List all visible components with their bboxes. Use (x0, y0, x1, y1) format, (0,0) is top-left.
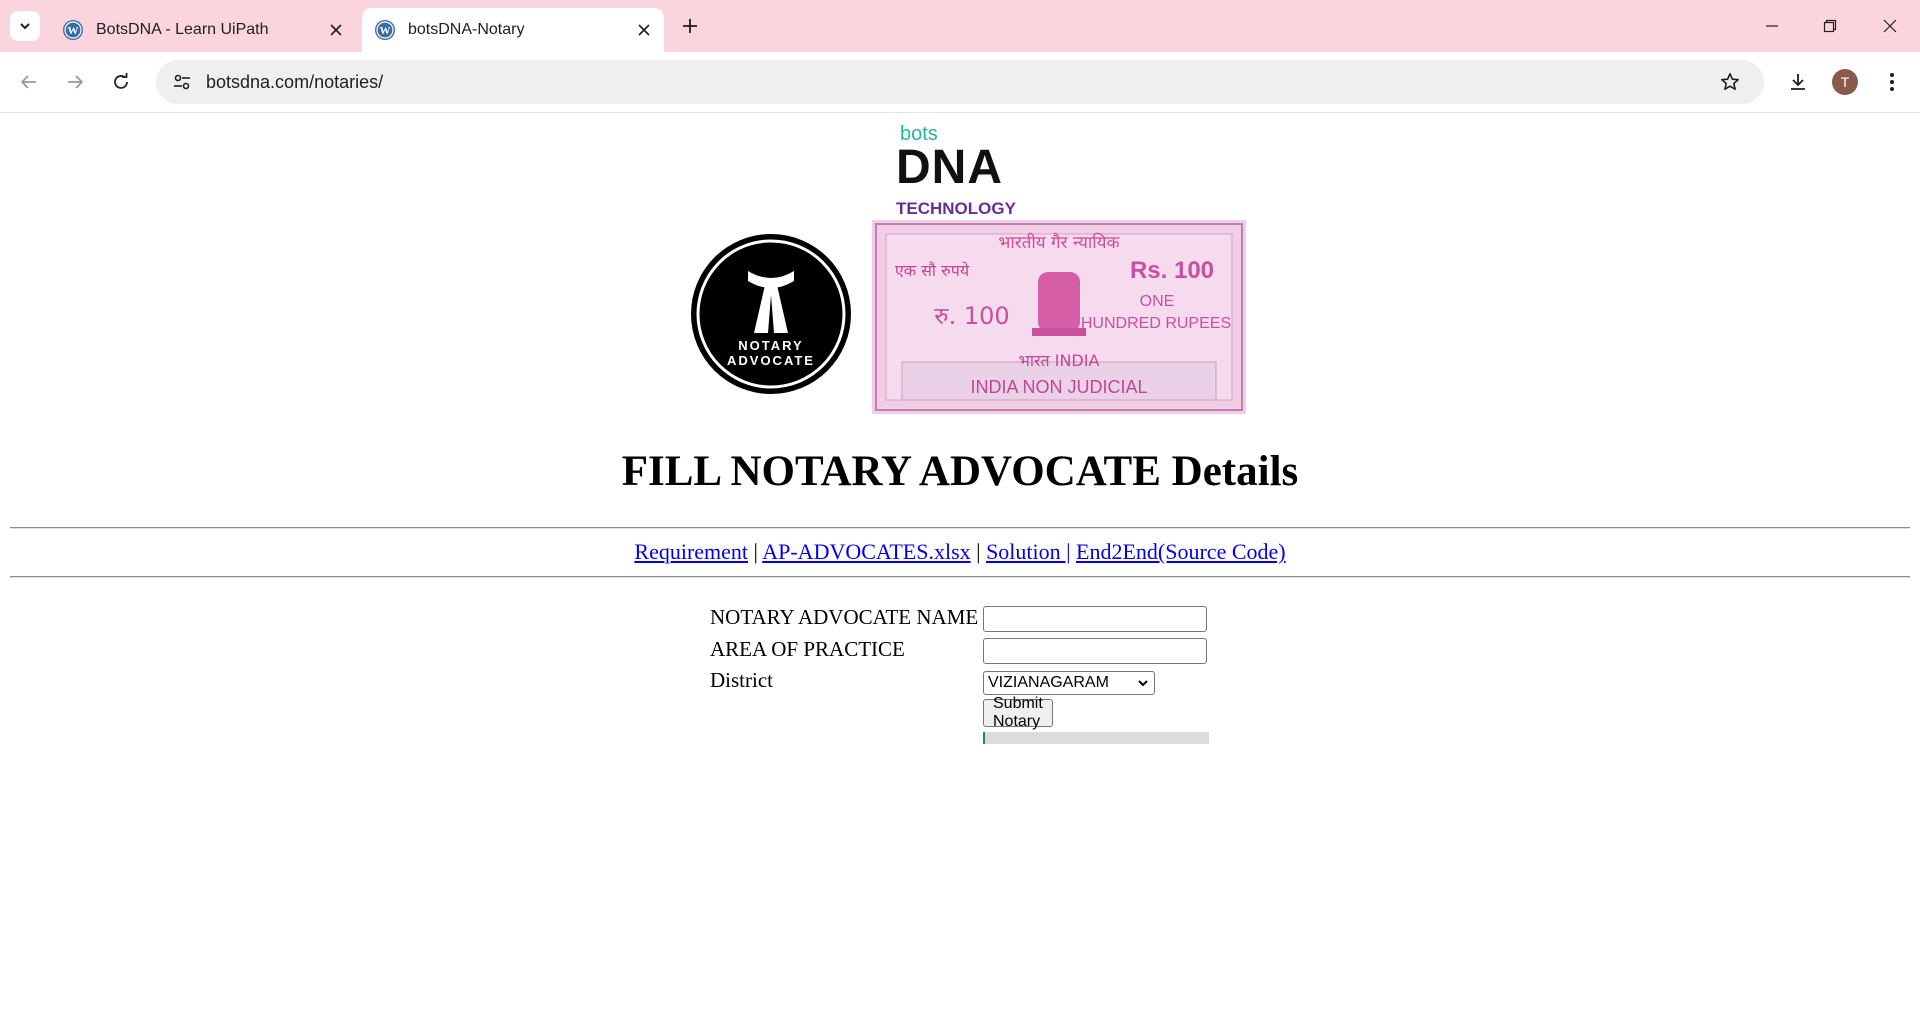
submit-notary-button[interactable]: Submit Notary (983, 695, 1053, 730)
avatar: T (1832, 69, 1858, 95)
logo-technology-text: TECHNOLOGY (896, 199, 1016, 218)
divider-top (10, 527, 1910, 529)
name-label: NOTARY ADVOCATE NAME (710, 605, 979, 629)
profile-button[interactable]: T (1829, 66, 1861, 98)
stamp-hundred-rupees: HUNDRED RUPEES (1081, 315, 1231, 332)
stamp-non-judicial: INDIA NON JUDICIAL (970, 377, 1147, 397)
restore-icon (1823, 19, 1837, 33)
botsdna-logo: bots DNA TECHNOLOGY (896, 123, 1024, 219)
downloads-button[interactable] (1782, 66, 1814, 98)
restore-button[interactable] (1810, 10, 1850, 42)
stamp-rs-value: Rs. 100 (1130, 257, 1214, 284)
reload-button[interactable] (105, 66, 137, 98)
district-selected-value: VIZIANAGARAM (988, 674, 1109, 691)
kebab-menu-icon (1890, 73, 1894, 91)
url-host: botsdna.com (206, 71, 310, 92)
browser-toolbar: botsdna.com/notaries/ T (0, 52, 1920, 113)
page-content: bots DNA TECHNOLOGY NOTARY ADVOCATE भारत… (0, 113, 1920, 1019)
resource-links: Requirement | AP-ADVOCATES.xlsx | Soluti… (0, 539, 1920, 565)
stamp-one: ONE (1140, 293, 1175, 310)
wordpress-icon: W (375, 20, 395, 40)
ap-advocates-xlsx-link[interactable]: AP-ADVOCATES.xlsx (762, 539, 970, 564)
url-path: /notaries/ (309, 71, 384, 92)
logo-dna-text: DNA (896, 141, 1003, 194)
divider-bottom (10, 576, 1910, 578)
chevron-down-icon (20, 23, 30, 30)
progress-bar (983, 732, 1209, 744)
window-close-button[interactable] (1870, 10, 1910, 42)
close-icon[interactable] (630, 16, 658, 44)
stamp-hindi-value: एक सौ रुपये (895, 261, 970, 280)
tab-botsdna-notary[interactable]: W botsDNA-Notary (362, 8, 664, 52)
star-icon (1721, 73, 1739, 90)
requirement-link[interactable]: Requirement (634, 539, 748, 564)
tab-search-button[interactable] (10, 11, 40, 41)
tab-botsdna-learn-uipath[interactable]: W BotsDNA - Learn UiPath (50, 8, 356, 52)
svg-text:W: W (380, 25, 391, 37)
bookmark-star-button[interactable] (1714, 66, 1746, 98)
forward-button[interactable] (59, 66, 91, 98)
solution-link[interactable]: Solution | (986, 539, 1070, 564)
tab-title: botsDNA-Notary (408, 21, 525, 38)
stamp-bharat-india: भारत INDIA (1019, 351, 1100, 370)
download-icon (1791, 74, 1805, 90)
source-code-link[interactable]: End2End(Source Code) (1076, 539, 1286, 564)
notary-advocate-badge: NOTARY ADVOCATE (691, 234, 851, 394)
stamp-paper-image: भारतीय गैर न्यायिक एक सौ रुपये Rs. 100 र… (872, 220, 1246, 414)
minimize-icon (1766, 25, 1778, 27)
svg-text:W: W (68, 25, 79, 37)
area-of-practice-input[interactable] (983, 638, 1207, 664)
browser-menu-button[interactable] (1876, 66, 1908, 98)
close-icon[interactable] (322, 16, 350, 44)
link-separator: | (748, 539, 763, 564)
site-settings-icon[interactable] (166, 66, 198, 98)
stamp-ru-value: रु. 100 (934, 302, 1009, 330)
badge-line1: NOTARY (738, 338, 803, 353)
emblem-icon (1032, 272, 1086, 336)
stamp-hindi-top: भारतीय गैर न्यायिक (998, 232, 1120, 253)
minimize-button[interactable] (1752, 10, 1792, 42)
notary-name-input[interactable] (983, 606, 1207, 632)
tab-strip: W BotsDNA - Learn UiPath W botsDNA-Notar… (0, 0, 1920, 52)
reload-icon (114, 73, 128, 89)
district-select[interactable]: VIZIANAGARAM (983, 671, 1155, 695)
area-label: AREA OF PRACTICE (710, 637, 905, 661)
window-close-icon (1883, 19, 1897, 33)
plus-icon (683, 19, 697, 33)
district-label: District (710, 668, 773, 692)
wordpress-icon: W (63, 20, 83, 40)
address-bar[interactable]: botsdna.com/notaries/ (156, 60, 1764, 104)
progress-fill (983, 732, 986, 744)
chevron-down-icon (1134, 674, 1152, 692)
url-text[interactable]: botsdna.com/notaries/ (206, 72, 383, 93)
forward-arrow-icon (68, 75, 84, 89)
badge-line2: ADVOCATE (727, 353, 815, 368)
tab-title: BotsDNA - Learn UiPath (96, 21, 269, 38)
page-title: FILL NOTARY ADVOCATE Details (621, 448, 1299, 495)
back-arrow-icon (20, 75, 36, 89)
back-button[interactable] (13, 66, 45, 98)
link-separator: | (970, 539, 987, 564)
new-tab-button[interactable] (676, 12, 704, 40)
